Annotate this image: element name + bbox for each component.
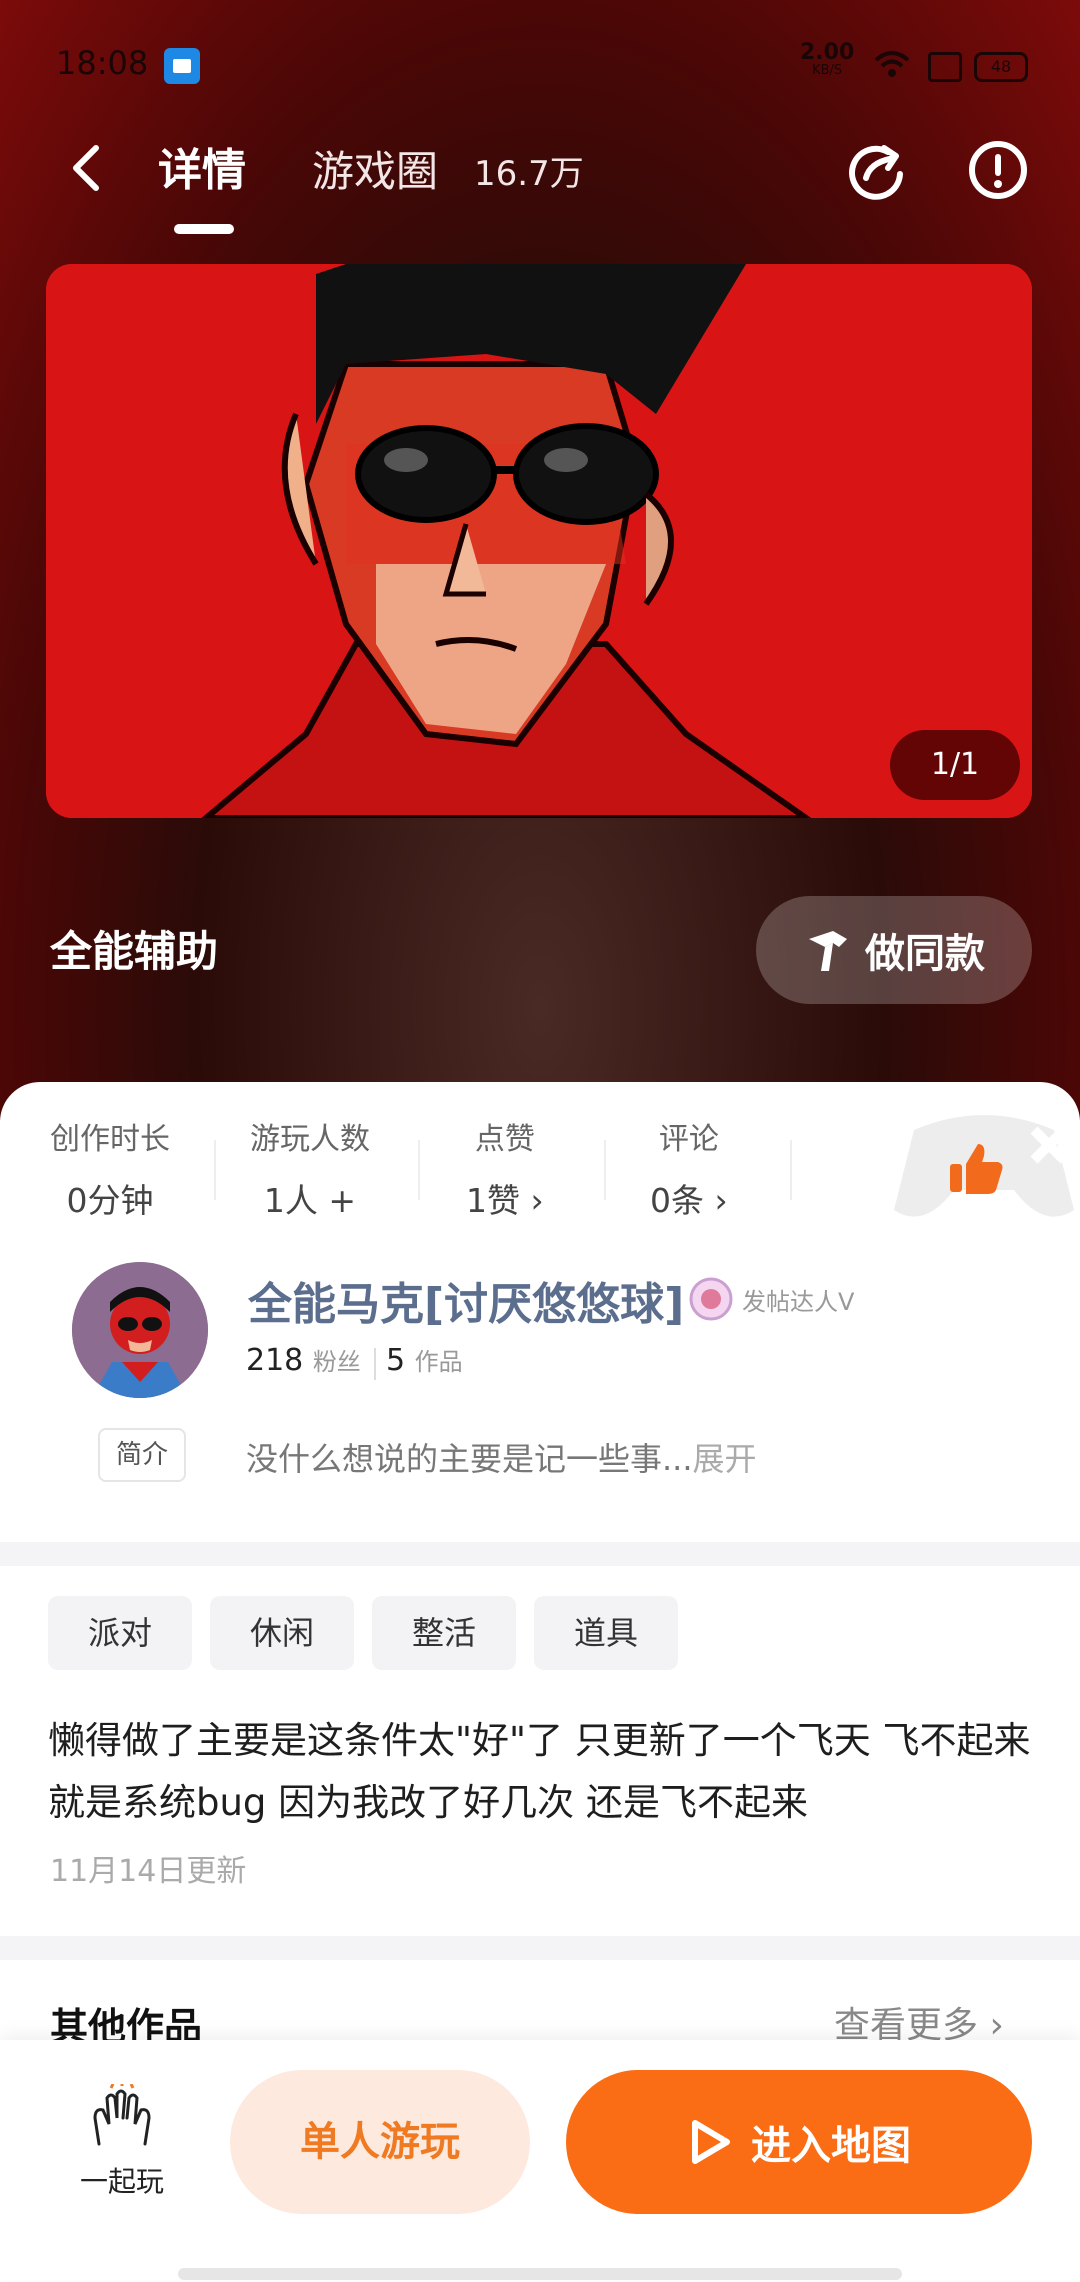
stat-likes[interactable]: 点赞 1赞 › — [466, 1114, 544, 1222]
stat-label: 创作时长 — [50, 1122, 170, 1157]
stat-comments[interactable]: 评论 0条 › — [650, 1114, 728, 1222]
intro-tag: 简介 — [98, 1428, 186, 1482]
status-time: 18:08 — [56, 44, 149, 82]
map-title: 全能辅助 — [50, 927, 219, 976]
author-name[interactable]: 全能马克[讨厌悠悠球] — [248, 1268, 684, 1332]
badge-icon — [689, 1277, 733, 1321]
hammer-icon — [809, 931, 847, 971]
sim-icon — [928, 52, 962, 82]
report-icon[interactable] — [966, 138, 1030, 202]
battery-icon: 48 — [974, 52, 1028, 82]
stat-creation-time: 创作时长 0分钟 — [50, 1114, 170, 1222]
network-speed-value: 2.00 — [800, 40, 855, 65]
solo-play-button[interactable]: 单人游玩 — [230, 2070, 530, 2214]
stat-value: 0条 › — [650, 1181, 728, 1220]
enter-map-label: 进入地图 — [751, 2123, 911, 2169]
home-indicator[interactable] — [178, 2268, 902, 2280]
section-separator — [0, 1542, 1080, 1566]
fans-divider — [374, 1348, 376, 1380]
stat-divider — [790, 1140, 792, 1200]
tab-game-circle[interactable]: 游戏圈 — [312, 138, 438, 199]
author-avatar[interactable] — [72, 1262, 208, 1398]
stat-label: 评论 — [658, 1122, 719, 1157]
stat-value: 1人 + — [263, 1181, 357, 1220]
tag-props[interactable]: 道具 — [534, 1596, 678, 1670]
tag-casual[interactable]: 休闲 — [210, 1596, 354, 1670]
stat-player-count[interactable]: 游玩人数 1人 + — [250, 1114, 370, 1222]
play-together-label: 一起玩 — [79, 2165, 164, 2198]
stat-divider — [214, 1140, 216, 1200]
fans-label: 粉丝 — [312, 1348, 361, 1376]
play-icon — [692, 2120, 730, 2164]
expand-link[interactable]: 展开 — [693, 1440, 757, 1478]
stat-value: 1赞 › — [466, 1181, 544, 1220]
back-arrow-icon[interactable] — [66, 138, 106, 198]
thumbs-up-icon[interactable] — [946, 1138, 1006, 1198]
map-description: 懒得做了主要是这条件太"好"了 只更新了一个飞天 飞不起来就是系统bug 因为我… — [48, 1719, 1031, 1824]
high-five-icon — [93, 2084, 151, 2146]
image-counter: 1/1 — [890, 730, 1020, 800]
works-label: 作品 — [414, 1348, 463, 1376]
stat-value: 0分钟 — [66, 1181, 154, 1220]
tag-party[interactable]: 派对 — [48, 1596, 192, 1670]
intro-text[interactable]: 没什么想说的主要是记一些事...展开 — [246, 1434, 757, 1480]
tag-prank[interactable]: 整活 — [372, 1596, 516, 1670]
make-same-button[interactable]: 做同款 — [756, 896, 1032, 1004]
network-speed: 2.00 KB/S — [800, 40, 855, 80]
intro-text-content: 没什么想说的主要是记一些事... — [246, 1440, 693, 1478]
works-count[interactable]: 5 作品 — [386, 1342, 463, 1378]
share-icon[interactable] — [844, 138, 908, 202]
wifi-icon — [874, 51, 910, 77]
stat-label: 点赞 — [474, 1122, 535, 1157]
stat-label: 游玩人数 — [250, 1122, 370, 1157]
update-date: 11月14日更新 — [50, 1854, 247, 1889]
fans-number: 218 — [246, 1343, 304, 1378]
tab-detail[interactable]: 详情 — [158, 134, 246, 198]
notification-app-icon — [164, 48, 200, 84]
map-cover-image[interactable]: 1/1 — [46, 264, 1032, 818]
badge-label: 发帖达人Ⅴ — [742, 1288, 855, 1316]
make-same-label: 做同款 — [865, 931, 985, 977]
status-bar: 18:08 2.00 KB/S 48 — [0, 0, 1080, 130]
tab-active-indicator — [174, 224, 234, 234]
stat-divider — [418, 1140, 420, 1200]
stat-divider — [604, 1140, 606, 1200]
play-together-button[interactable]: 一起玩 — [62, 2084, 182, 2200]
section-separator — [0, 1936, 1080, 1960]
hero-illustration — [46, 264, 1032, 818]
avatar-image — [72, 1262, 208, 1398]
game-circle-count: 16.7万 — [474, 154, 584, 194]
works-number: 5 — [386, 1343, 406, 1378]
fans-count[interactable]: 218 粉丝 — [246, 1342, 361, 1378]
enter-map-button[interactable]: 进入地图 — [566, 2070, 1032, 2214]
